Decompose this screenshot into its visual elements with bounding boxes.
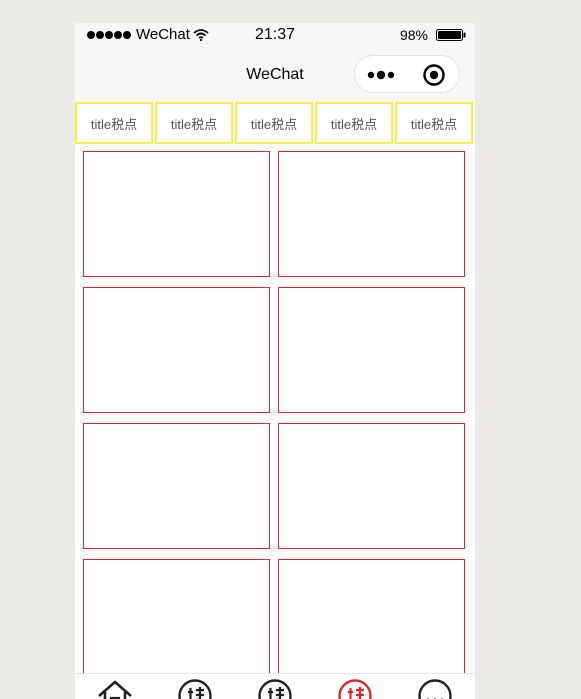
grid-card[interactable] <box>83 151 270 277</box>
grid-card[interactable] <box>278 423 465 549</box>
tab-item[interactable]: title税点 <box>155 102 233 144</box>
close-target-icon[interactable] <box>423 64 445 86</box>
more-icon[interactable] <box>417 678 453 699</box>
grid-card[interactable] <box>83 559 270 685</box>
home-icon[interactable] <box>97 678 133 699</box>
tab-item[interactable]: title税点 <box>75 102 153 144</box>
bottom-tab-bar <box>75 673 475 699</box>
grid-card[interactable] <box>83 287 270 413</box>
tab-item[interactable]: title税点 <box>235 102 313 144</box>
battery-percent: 98% <box>399 27 428 43</box>
battery-icon <box>436 29 466 41</box>
tab-item[interactable]: title税点 <box>315 102 393 144</box>
phone-screen: WeChat 21:37 98% WeChat title税点 title税点 … <box>75 23 475 699</box>
navigation-bar: WeChat <box>75 47 475 102</box>
grid-card[interactable] <box>83 423 270 549</box>
tab-strip: title税点 title税点 title税点 title税点 title税点 <box>75 102 475 146</box>
grid-card[interactable] <box>278 559 465 685</box>
grid-card[interactable] <box>278 287 465 413</box>
grid-card[interactable] <box>278 151 465 277</box>
status-bar: WeChat 21:37 98% <box>75 23 475 47</box>
special-icon[interactable] <box>257 678 293 699</box>
more-dots-icon[interactable] <box>367 68 397 82</box>
special-icon[interactable] <box>177 678 213 699</box>
special-active-icon[interactable] <box>337 678 373 699</box>
tab-item[interactable]: title税点 <box>395 102 473 144</box>
mini-program-capsule <box>354 55 460 93</box>
